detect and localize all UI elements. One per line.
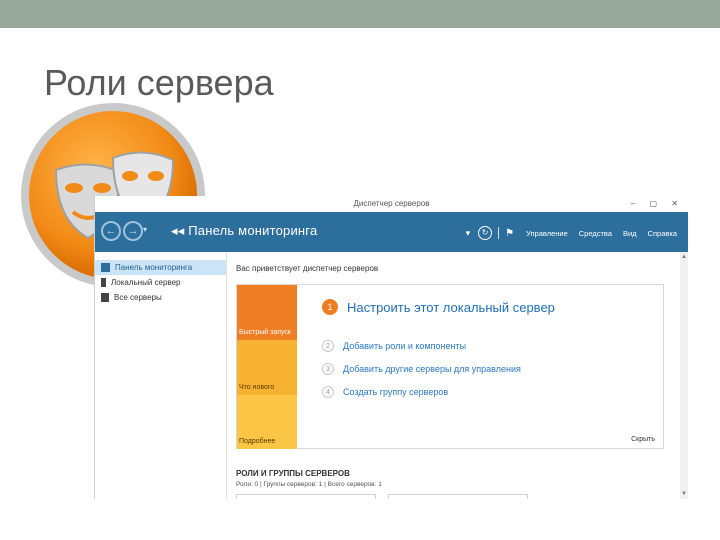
step-link[interactable]: Добавить другие серверы для управления	[343, 364, 521, 374]
menu-tools[interactable]: Средства	[579, 229, 612, 238]
welcome-tiles: Быстрый запуск Что нового Подробнее 1 На…	[236, 284, 664, 449]
servers-icon	[101, 293, 109, 302]
vertical-scrollbar[interactable]: ▲ ▼	[680, 252, 688, 499]
dropdown-icon[interactable]: ▾	[466, 228, 471, 239]
notifications-flag-icon[interactable]: ⚑	[505, 228, 514, 239]
tile-whats-new[interactable]: Что нового	[237, 340, 297, 395]
window-controls[interactable]: – ▢ ✕	[631, 196, 684, 212]
sidebar-item-label: Все серверы	[114, 293, 162, 302]
breadcrumb: ◂◂ Панель мониторинга	[171, 223, 318, 238]
step-number: 3	[322, 363, 334, 375]
server-icon	[101, 278, 106, 287]
role-tile[interactable]	[236, 494, 376, 499]
dashboard-icon	[101, 263, 110, 272]
window-titlebar: Диспетчер серверов – ▢ ✕	[95, 196, 688, 212]
sidebar-item-label: Панель мониторинга	[115, 263, 193, 272]
step-number: 1	[322, 299, 338, 315]
roles-summary: Роли: 0 | Группы серверов: 1 | Всего сер…	[236, 481, 382, 488]
sidebar-item-label: Локальный сервер	[111, 278, 181, 287]
slide-title: Роли сервера	[44, 62, 274, 103]
step-add-servers[interactable]: 3 Добавить другие серверы для управления	[322, 363, 521, 375]
step-link[interactable]: Добавить роли и компоненты	[343, 341, 466, 351]
menu-view[interactable]: Вид	[623, 229, 637, 238]
tile-quick-start[interactable]: Быстрый запуск	[237, 285, 297, 340]
scroll-down-icon[interactable]: ▼	[681, 491, 687, 497]
step-create-group[interactable]: 4 Создать группу серверов	[322, 386, 448, 398]
sidebar-item-dashboard[interactable]: Панель мониторинга	[95, 260, 226, 275]
scroll-up-icon[interactable]: ▲	[681, 254, 687, 260]
history-dropdown-icon[interactable]: ▾	[143, 225, 147, 234]
toolbar-separator	[498, 227, 500, 239]
sidebar-item-local-server[interactable]: Локальный сервер	[95, 275, 226, 290]
tile-learn-more[interactable]: Подробнее	[237, 395, 297, 449]
hide-link[interactable]: Скрыть	[631, 436, 655, 443]
main-panel: Вас приветствует диспетчер серверов Быст…	[228, 252, 681, 499]
step-add-roles[interactable]: 2 Добавить роли и компоненты	[322, 340, 466, 352]
slide-top-bar	[0, 0, 720, 28]
sidebar-item-all-servers[interactable]: Все серверы	[95, 290, 226, 305]
refresh-icon[interactable]: ↻	[478, 226, 493, 240]
back-arrow-icon[interactable]: ←	[101, 221, 121, 241]
forward-arrow-icon[interactable]: →	[123, 221, 143, 241]
role-tile[interactable]	[388, 494, 528, 499]
window-title: Диспетчер серверов	[353, 199, 430, 208]
sidebar: Панель мониторинга Локальный сервер Все …	[95, 252, 227, 499]
step-number: 2	[322, 340, 334, 352]
toolbar-actions: ▾ ↻ ⚑ Управление Средства Вид Справка	[466, 226, 688, 240]
server-manager-window: Диспетчер серверов – ▢ ✕ ← → ▾ ◂◂ Панель…	[94, 196, 688, 499]
toolbar: ← → ▾ ◂◂ Панель мониторинга ▾ ↻ ⚑ Управл…	[95, 212, 688, 252]
step-link[interactable]: Создать группу серверов	[343, 387, 448, 397]
menu-manage[interactable]: Управление	[526, 229, 568, 238]
welcome-heading: Вас приветствует диспетчер серверов	[236, 264, 379, 273]
step-configure-local-server[interactable]: 1 Настроить этот локальный сервер	[322, 299, 555, 315]
menu-help[interactable]: Справка	[648, 229, 677, 238]
roles-groups-heading: РОЛИ И ГРУППЫ СЕРВЕРОВ	[236, 469, 350, 478]
step-link[interactable]: Настроить этот локальный сервер	[347, 300, 555, 315]
step-number: 4	[322, 386, 334, 398]
